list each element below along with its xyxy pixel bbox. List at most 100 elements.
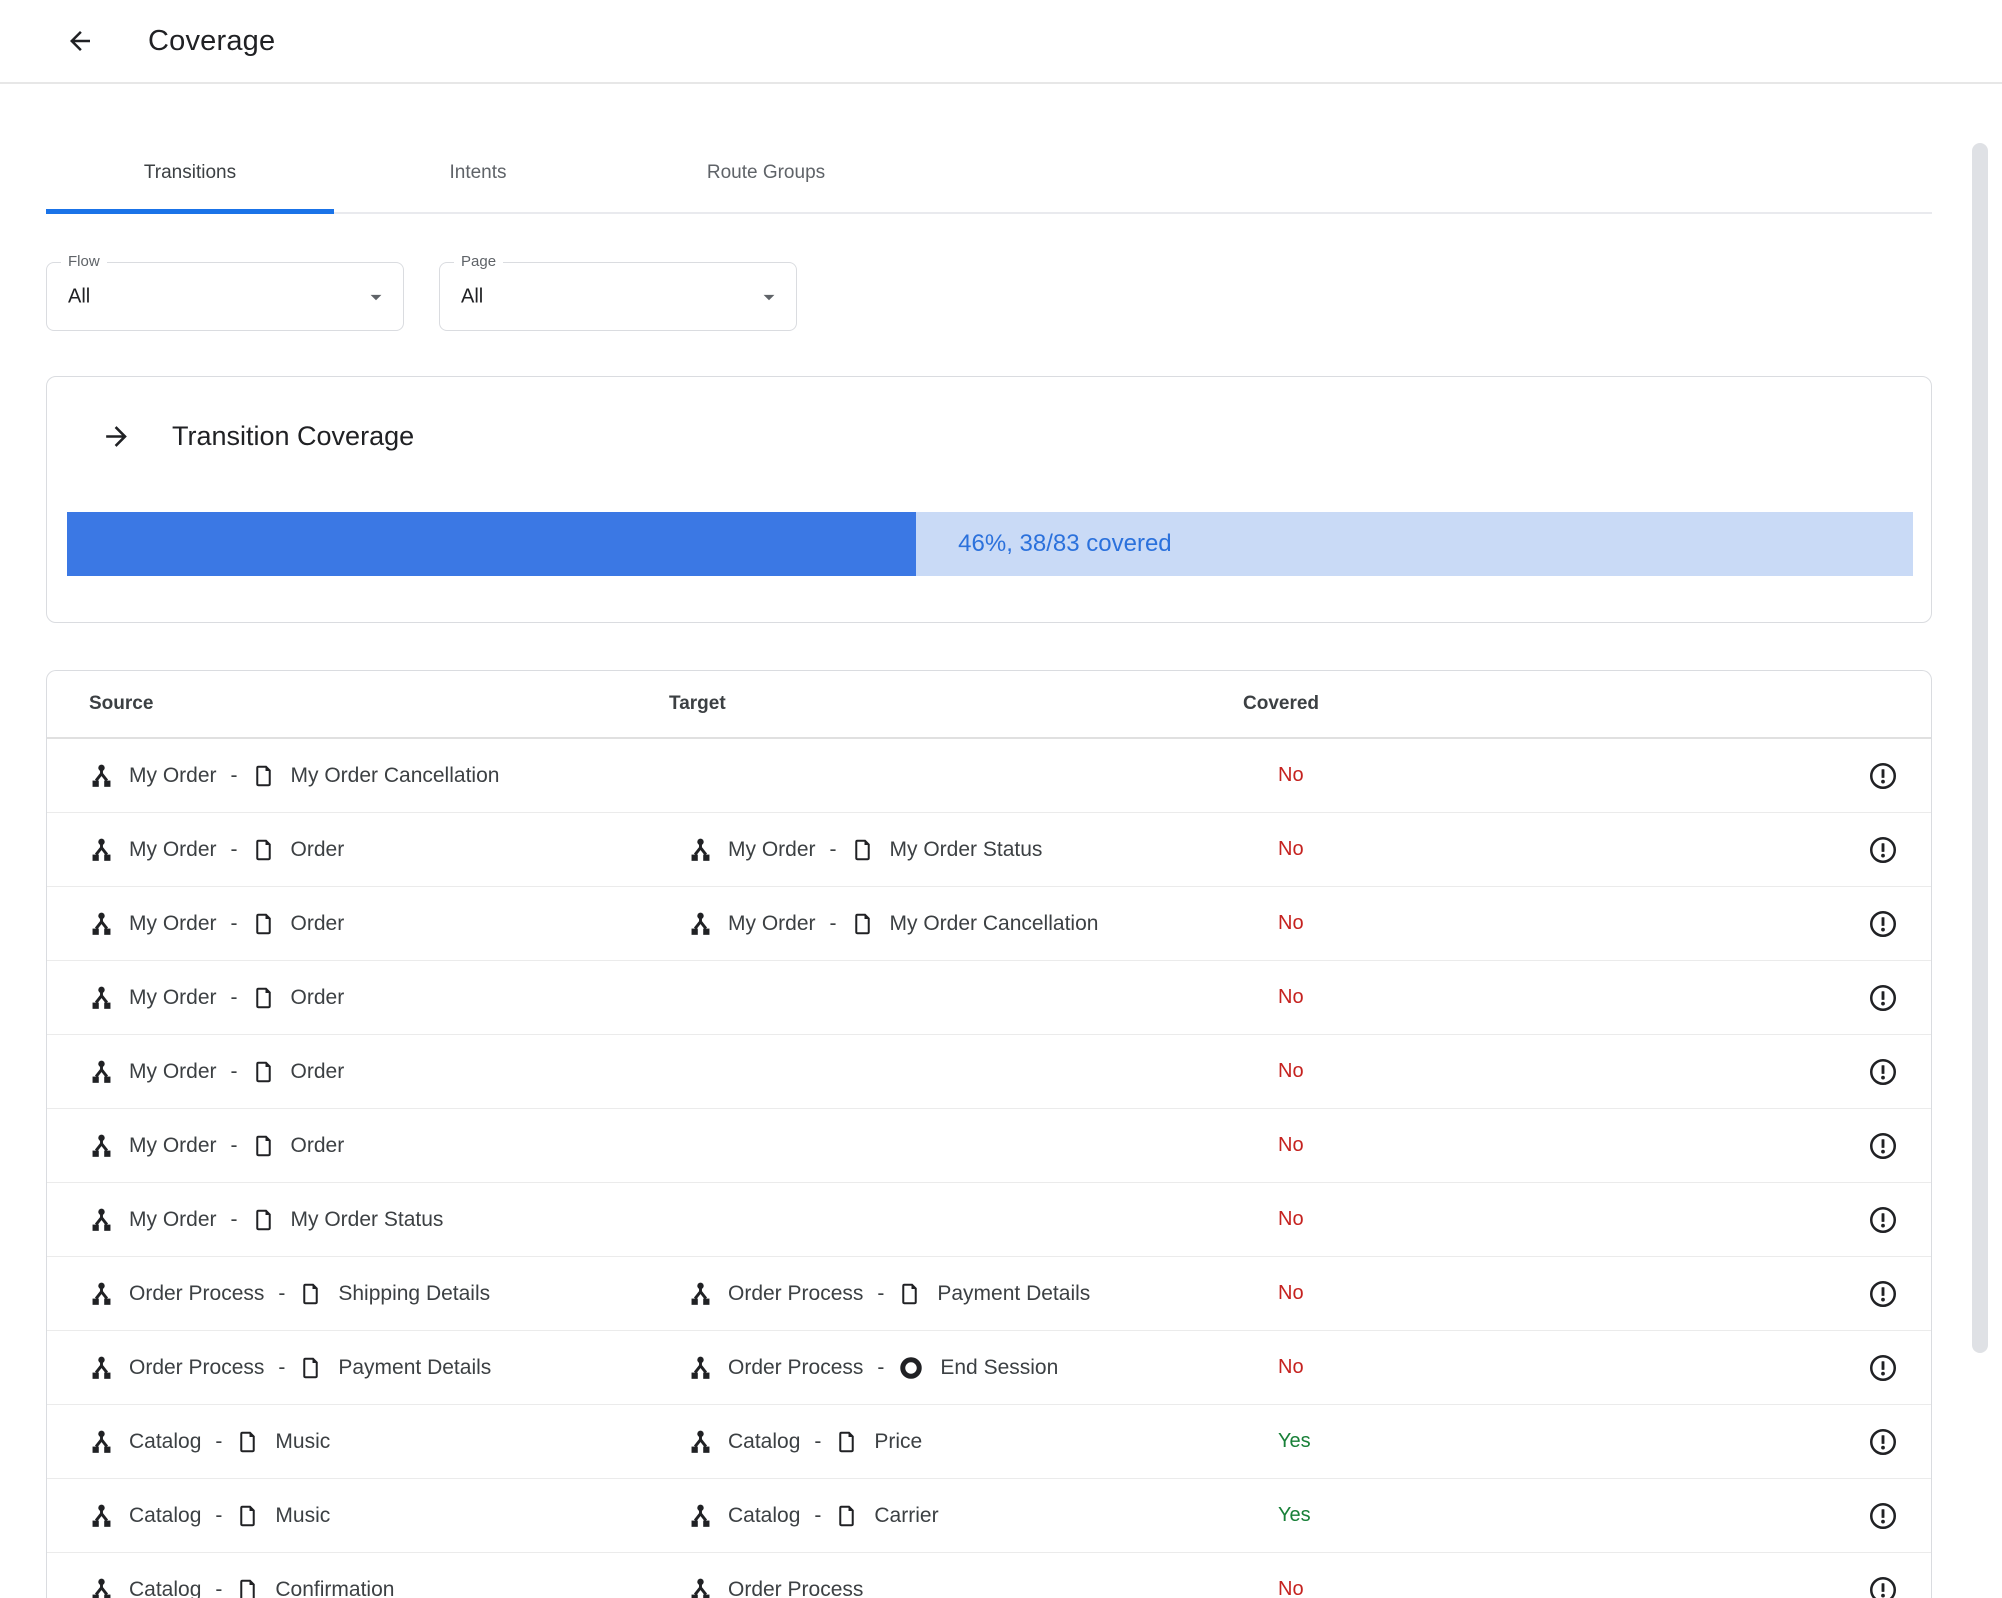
row-info-button[interactable] [1868,1279,1898,1309]
row-info-button[interactable] [1868,761,1898,791]
source-page-name: Order [290,1059,345,1083]
target-page-name: End Session [940,1355,1059,1379]
target-page-name: My Order Cancellation [889,911,1099,935]
covered-value: No [1278,1578,1304,1598]
page-header: Coverage [0,0,2002,84]
flow-select-label: Flow [61,253,107,270]
source-page-name: Shipping Details [338,1281,491,1305]
target-page-name: Payment Details [937,1281,1091,1305]
table-row: My Order - Order No [47,961,1931,1035]
flow-icon [691,1356,710,1379]
column-header-source: Source [89,693,154,714]
covered-value: No [1278,1282,1304,1304]
flow-icon [92,1504,111,1527]
target-cell: Order Process - End Session [669,1354,1243,1382]
page-icon [255,765,271,786]
tab-transitions[interactable]: Transitions [46,84,334,214]
page-select-value: All [461,285,484,307]
tab-bar: Transitions Intents Route Groups [46,84,1932,214]
table-body: My Order - My Order Cancellation No My O… [47,739,1931,1598]
separator-dash: - [230,985,238,1009]
page-icon [854,913,870,934]
coverage-card-header: Transition Coverage [101,421,1931,452]
dropdown-arrow-icon [363,284,389,310]
error-outline-icon [1870,1354,1896,1381]
row-info-button[interactable] [1868,983,1898,1013]
row-info-button[interactable] [1868,1057,1898,1087]
flow-icon [92,1578,111,1598]
source-page-name: My Order Cancellation [290,763,500,787]
page-icon [839,1431,855,1452]
flow-select-value: All [68,285,91,307]
separator-dash: - [215,1503,223,1527]
source-cell: Catalog - Confirmation [89,1576,669,1598]
row-info-button[interactable] [1868,1131,1898,1161]
separator-dash: - [215,1429,223,1453]
target-flow-name: Catalog [728,1503,801,1527]
target-cell: My Order - My Order Cancellation [669,910,1243,938]
source-flow-name: My Order [129,837,217,861]
row-info-button[interactable] [1868,1353,1898,1383]
page-icon [255,1135,271,1156]
page-title: Coverage [148,24,276,57]
target-cell: Order Process - Payment Details [669,1280,1243,1308]
error-outline-icon [1870,762,1896,789]
target-cell: Catalog - Price [669,1428,1243,1456]
table-row: My Order - Order My Order - [47,813,1931,887]
source-cell: My Order - Order [89,1132,669,1160]
page-icon [240,1579,256,1598]
table-row: Order Process - Shipping Details Order P… [47,1257,1931,1331]
target-flow-name: Order Process [728,1577,864,1598]
row-info-button[interactable] [1868,1501,1898,1531]
source-cell: My Order - My Order Status [89,1206,669,1234]
error-outline-icon [1870,1502,1896,1529]
separator-dash: - [230,1207,238,1231]
separator-dash: - [278,1355,286,1379]
target-page-name: My Order Status [889,837,1043,861]
target-flow-name: My Order [728,911,816,935]
back-button[interactable] [60,21,100,61]
covered-value: No [1278,1356,1304,1378]
row-info-button[interactable] [1868,835,1898,865]
page-icon [255,839,271,860]
source-cell: Order Process - Shipping Details [89,1280,669,1308]
column-header-covered: Covered [1243,693,1320,714]
source-flow-name: Catalog [129,1429,202,1453]
source-page-name: Payment Details [338,1355,492,1379]
flow-icon [92,1430,111,1453]
page-icon [902,1283,918,1304]
scrollbar-thumb[interactable] [1972,143,1988,1353]
progress-fill [67,512,917,576]
covered-value: No [1278,838,1304,860]
source-flow-name: Order Process [129,1281,265,1305]
target-flow-name: Catalog [728,1429,801,1453]
table-row: My Order - Order My Order - [47,887,1931,961]
target-page-name: Carrier [874,1503,939,1527]
covered-value: No [1278,1060,1304,1082]
target-page-name: Price [874,1429,923,1453]
source-page-name: Order [290,985,345,1009]
tab-route-groups[interactable]: Route Groups [622,84,910,212]
page-icon [839,1505,855,1526]
covered-value: Yes [1278,1504,1311,1526]
source-cell: My Order - Order [89,984,669,1012]
row-info-button[interactable] [1868,1427,1898,1457]
covered-value: No [1278,764,1304,786]
flow-select[interactable]: Flow All [46,253,404,331]
row-info-button[interactable] [1868,909,1898,939]
source-page-name: Order [290,1133,345,1157]
tab-intents[interactable]: Intents [334,84,622,212]
error-outline-icon [1870,1428,1896,1455]
page-icon [255,1209,271,1230]
flow-icon [92,1356,111,1379]
row-info-button[interactable] [1868,1575,1898,1598]
page-select-label: Page [454,253,504,270]
page-select[interactable]: Page All [439,253,797,331]
flow-icon [92,1208,111,1231]
row-info-button[interactable] [1868,1205,1898,1235]
error-outline-icon [1870,1280,1896,1307]
dropdown-arrow-icon [756,284,782,310]
separator-dash: - [829,837,837,861]
table-row: My Order - Order No [47,1035,1931,1109]
arrow-forward-icon [106,426,127,447]
